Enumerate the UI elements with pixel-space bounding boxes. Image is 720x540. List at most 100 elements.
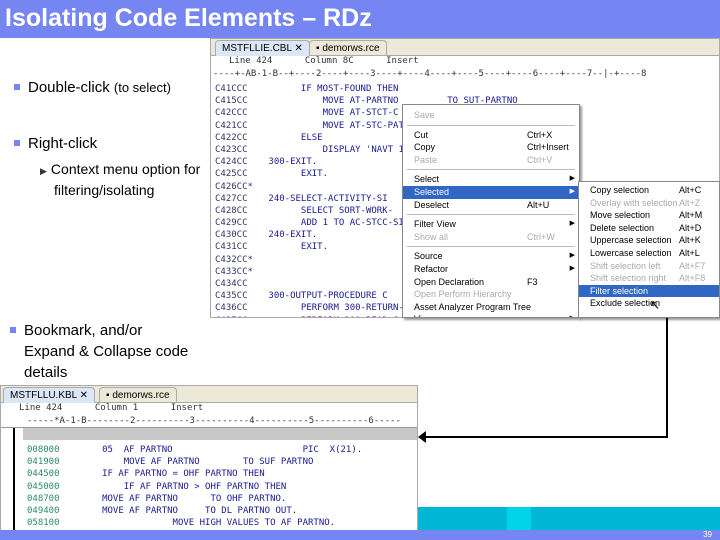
menu-item-lowercase-selection[interactable]: Lowercase selection Alt+L <box>579 247 719 260</box>
code-text: DISPLAY 'NAVT 1 <box>263 144 404 155</box>
menu-separator <box>407 124 575 126</box>
menu-item-cut[interactable]: Cut Ctrl+X <box>403 129 579 142</box>
bullet-note: (to select) <box>113 80 171 95</box>
menu-item-shortcut: Alt+L <box>679 247 700 258</box>
menu-item-label: Uppercase selection <box>590 235 672 246</box>
menu-item-save[interactable]: Save <box>403 109 579 122</box>
footer-accent <box>507 507 531 530</box>
menu-item-view[interactable]: View ▶ <box>403 313 579 317</box>
menu-item-filter-view[interactable]: Filter View ▶ <box>403 218 579 231</box>
column-ruler: -----*A-1-B--------2----------3---------… <box>1 416 417 428</box>
menu-item-label: Copy <box>414 142 436 153</box>
menu-item-copy-selection[interactable]: Copy selection Alt+C <box>579 184 719 197</box>
line-number: C425CC <box>215 169 248 180</box>
code-area[interactable]: 008000 05 AF PARTNO PIC X(21). 041900 MOV… <box>23 440 417 529</box>
bottom-editor-window: MSTFLLU.KBL ✕ ▪ demorws.rce Line 424 Col… <box>0 385 418 540</box>
bullet-right-click: Right-click <box>14 133 97 154</box>
menu-item-selected[interactable]: Selected ▶ <box>403 185 579 199</box>
code-text: MOVE AF PARTNO TO OHF PARTNO. <box>75 493 287 504</box>
code-line[interactable]: 049400 MOVE AF PARTNO TO DL PARTNO OUT. <box>23 505 417 517</box>
close-icon[interactable]: ✕ <box>80 390 88 401</box>
collapsed-region <box>23 428 417 440</box>
menu-item-label: Shift selection left <box>590 260 661 271</box>
menu-item-shift-selection-left[interactable]: Shift selection left Alt+F7 <box>579 260 719 273</box>
menu-item-label: Overlay with selection <box>590 197 678 208</box>
tab-label: demorws.rce <box>112 390 170 401</box>
menu-item-open-perform-hierarchy[interactable]: Open Perform Hierarchy <box>403 288 579 301</box>
tab-mstflu[interactable]: MSTFLLU.KBL ✕ <box>3 387 96 403</box>
code-line[interactable]: C41CCC IF MOST-FOUND THEN <box>211 83 719 95</box>
bullet-text: Double-click <box>28 79 110 96</box>
mouse-cursor-icon: ↖ <box>650 298 661 312</box>
menu-item-select[interactable]: Select ▶ <box>403 173 579 186</box>
code-text: SELECT SORT-WORK- <box>263 205 394 216</box>
bullet-text: Bookmark, and/or Expand & Collapse code … <box>24 322 189 381</box>
line-number: C42CCC <box>215 108 248 119</box>
menu-item-exclude-selection[interactable]: Exclude selection <box>579 297 719 310</box>
line-number: C422CC <box>215 132 248 143</box>
menu-item-shortcut: Alt+F7 <box>679 260 706 271</box>
tab-mstfllie[interactable]: MSTFLLIE.CBL ✕ <box>215 40 310 56</box>
submenu-arrow-icon: ▶ <box>569 252 575 260</box>
menu-item-asset-analyzer-program-tree[interactable]: Asset Analyzer Program Tree <box>403 301 579 314</box>
code-line[interactable]: 045000 IF AF PARTNO > OHF PARTNO THEN <box>23 481 417 493</box>
menu-item-move-selection[interactable]: Move selection Alt+M <box>579 209 719 222</box>
menu-item-uppercase-selection[interactable]: Uppercase selection Alt+K <box>579 234 719 247</box>
bullet-square-icon <box>14 84 20 91</box>
line-number: 049400 <box>27 505 60 516</box>
line-number: C429CC <box>215 218 248 229</box>
bullet-text: Right-click <box>28 135 98 152</box>
menu-separator <box>407 169 575 171</box>
menu-item-source[interactable]: Source ▶ <box>403 250 579 263</box>
code-text: IF AF PARTNO = OHF PARTNO THEN <box>75 469 265 480</box>
menu-item-label: Asset Analyzer Program Tree <box>414 301 532 312</box>
submenu-arrow-icon: ▶ <box>570 313 575 317</box>
menu-item-show-all[interactable]: Show all Ctrl+W <box>403 231 579 244</box>
code-text: 240-EXIT. <box>263 230 318 241</box>
code-line[interactable]: 041900 MOVE AF PARTNO TO SUF PARTNO <box>23 456 417 468</box>
menu-item-filter-selection[interactable]: Filter selection <box>579 284 719 298</box>
line-number: C421CC <box>215 120 248 131</box>
code-line[interactable]: 048700 MOVE AF PARTNO TO OHF PARTNO. <box>23 493 417 505</box>
code-text: ADD 1 TO AC-STCC-SI <box>263 218 404 229</box>
menu-separator <box>407 246 575 248</box>
expand-collapse-gutter[interactable] <box>13 428 15 533</box>
menu-item-label: Show all <box>414 231 449 242</box>
menu-item-shortcut: Ctrl+X <box>527 129 553 140</box>
tab-demorws[interactable]: ▪ demorws.rce <box>99 387 177 403</box>
submenu-arrow-icon: ▶ <box>569 187 575 195</box>
tab-demorws[interactable]: ▪ demorws.rce <box>309 40 387 56</box>
code-line[interactable]: 044500 IF AF PARTNO = OHF PARTNO THEN <box>23 468 417 480</box>
close-icon[interactable]: ✕ <box>294 43 302 54</box>
menu-item-label: Delete selection <box>590 222 655 233</box>
line-number: 044500 <box>27 469 60 480</box>
menu-item-refactor[interactable]: Refactor ▶ <box>403 263 579 276</box>
slide-title: Isolating Code Elements – RDz <box>0 0 720 38</box>
menu-item-overlay-with-selection[interactable]: Overlay with selection Alt+Z <box>579 197 719 210</box>
submenu-arrow-icon: ▶ <box>569 264 575 272</box>
line-number: 058100 <box>27 518 60 529</box>
menu-item-label: Filter View <box>414 219 456 230</box>
menu-item-shift-selection-right[interactable]: Shift selection right Alt+F8 <box>579 272 719 285</box>
code-text: IF MOST-FOUND THEN <box>263 84 399 94</box>
code-line[interactable]: 008000 05 AF PARTNO PIC X(21). <box>23 444 417 456</box>
menu-item-label: Move selection <box>590 210 651 221</box>
bullet-square-icon <box>14 140 20 147</box>
menu-item-paste[interactable]: Paste Ctrl+V <box>403 154 579 167</box>
menu-item-label: Save <box>414 110 435 120</box>
menu-item-copy[interactable]: Copy Ctrl+Insert <box>403 141 579 154</box>
code-text: IF AF PARTNO > OHF PARTNO THEN <box>75 481 287 492</box>
code-line[interactable]: 058100 MOVE HIGH VALUES TO AF PARTNO. <box>23 517 417 529</box>
menu-item-delete-selection[interactable]: Delete selection Alt+D <box>579 222 719 235</box>
line-number: 045000 <box>27 481 60 492</box>
menu-item-deselect[interactable]: Deselect Alt+U <box>403 199 579 212</box>
code-text: 240-SELECT-ACTIVITY-SI <box>263 193 388 204</box>
menu-item-shortcut: Ctrl+W <box>527 231 555 242</box>
sub-bullet-text: Context menu option for filtering/isolat… <box>50 161 201 198</box>
code-text: MOVE AF PARTNO TO SUF PARTNO <box>75 457 314 468</box>
menu-item-label: Select <box>414 174 440 185</box>
menu-item-shortcut: Ctrl+Insert <box>527 142 569 153</box>
menu-item-open-declaration[interactable]: Open Declaration F3 <box>403 276 579 289</box>
status-line: Line 424 Column 1 Insert <box>19 403 204 413</box>
menu-item-shortcut: Alt+Z <box>679 197 701 208</box>
